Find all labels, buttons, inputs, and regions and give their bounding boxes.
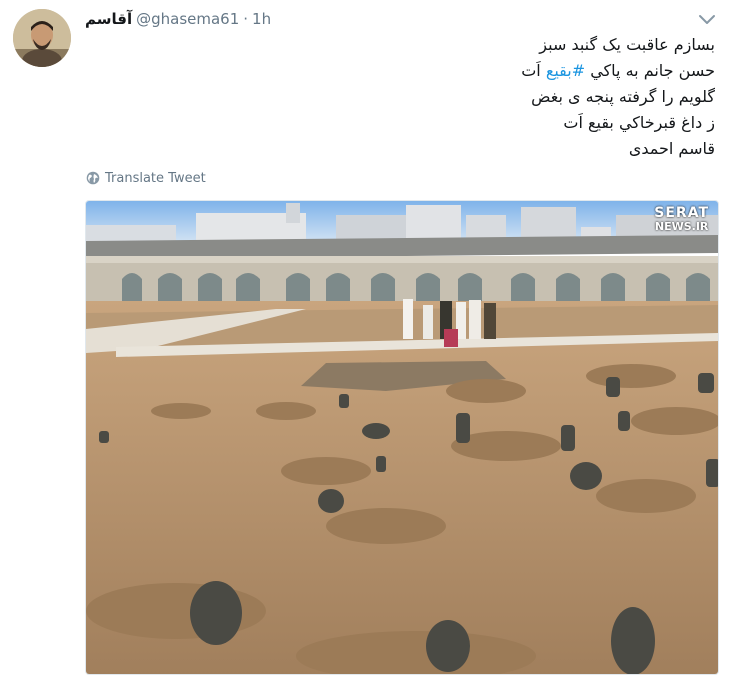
cemetery-photo [86,201,718,674]
tweet-header: آقاسم @ghasema61 · 1h [85,9,271,29]
translate-tweet-label: Translate Tweet [105,170,206,186]
display-name[interactable]: آقاسم [85,10,132,28]
timestamp[interactable]: 1h [252,10,271,28]
hashtag-link[interactable]: #بقیع [546,61,585,80]
tweet-text-line: قاسم احمدی [628,139,715,158]
tweet-text: بسازم عاقبت یک گنبد سبز حسن جانم به پاکي… [95,32,715,162]
avatar-image [13,9,71,67]
tweet-text-line: بسازم عاقبت یک گنبد سبز [539,35,715,54]
chevron-down-icon[interactable] [697,11,717,29]
separator-dot: · [243,10,249,28]
globe-icon [86,171,100,185]
user-handle[interactable]: @ghasema61 [136,10,239,28]
tweet-photo[interactable]: SERAT NEWS.IR [85,200,719,675]
tweet-text-line: حسن جانم به پاکي #بقیع اَت [521,61,715,80]
translate-tweet-link[interactable]: Translate Tweet [86,168,206,188]
avatar[interactable] [13,9,71,67]
tweet-text-line: گلویم را گرفته پنجه ی بغض [531,87,715,106]
photo-watermark: SERAT NEWS.IR [654,205,709,233]
tweet-text-line: ز داغ قبرخاکي بقیع اَت [563,113,715,132]
